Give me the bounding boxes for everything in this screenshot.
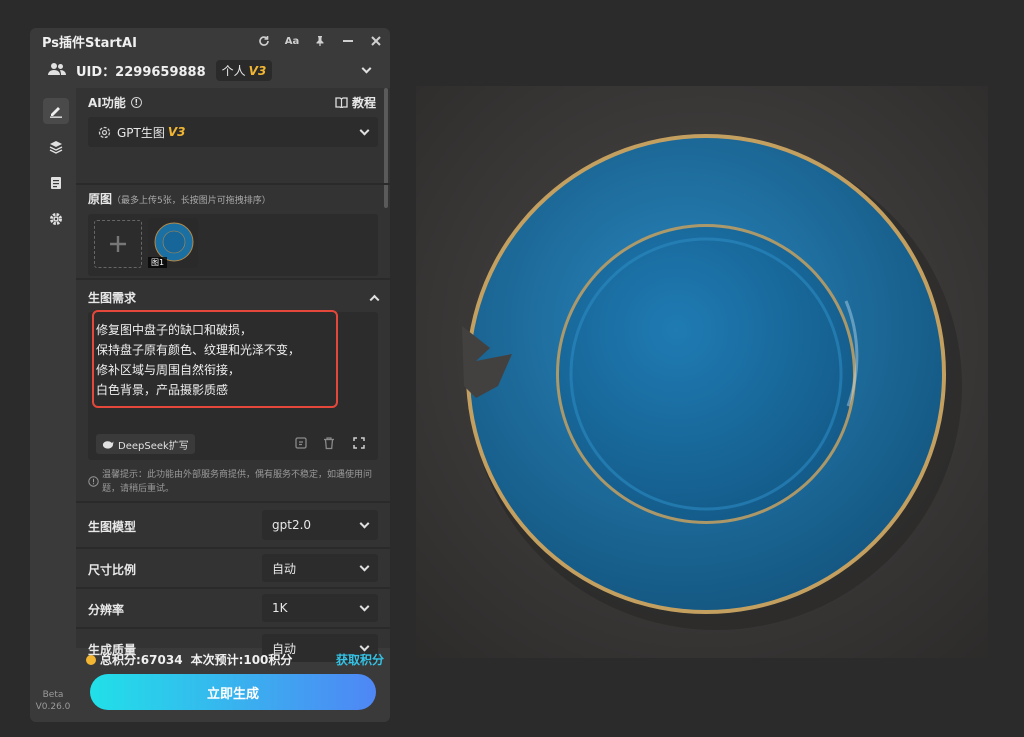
- ai-model-name: GPT生图: [117, 125, 165, 140]
- chevron-down-icon: [359, 561, 370, 572]
- ai-function-label: AI功能: [88, 96, 126, 110]
- setting-label-resolution: 分辨率: [88, 603, 125, 617]
- setting-label-quality: 生成质量: [88, 643, 137, 657]
- version-number: V0.26.0: [35, 702, 71, 712]
- chevron-down-icon: [359, 601, 370, 612]
- divider: [76, 587, 390, 589]
- resolution-select[interactable]: 1K: [262, 594, 378, 622]
- source-label: 原图: [88, 192, 113, 206]
- main-content: AI功能 ! 教程 GPT生图 V3 原图（最多上传5张，长按图片可拖拽排序）: [76, 88, 390, 662]
- notes-icon[interactable]: [43, 170, 69, 196]
- fullscreen-icon[interactable]: [352, 435, 368, 451]
- close-icon[interactable]: [362, 28, 390, 54]
- deepseek-expand-button[interactable]: DeepSeek扩写: [96, 434, 195, 454]
- layers-icon[interactable]: [43, 134, 69, 160]
- model-select[interactable]: gpt2.0: [262, 510, 378, 540]
- settings-gear-icon[interactable]: [43, 206, 69, 232]
- resolution-value: 1K: [272, 601, 288, 615]
- version-stage: Beta: [42, 690, 64, 700]
- setting-label-ratio: 尺寸比例: [88, 563, 137, 577]
- setting-label-model: 生图模型: [88, 520, 137, 534]
- edit-icon[interactable]: [43, 98, 69, 124]
- ratio-value: 自动: [272, 561, 297, 576]
- history-icon[interactable]: [294, 435, 310, 451]
- user-uid: UID：2299659888: [76, 64, 206, 80]
- plugin-panel: Ps插件StartAI Aa UID：2299659888 个人 V3 Beta…: [30, 28, 390, 722]
- add-image-button[interactable]: [94, 220, 142, 268]
- scrollbar[interactable]: [384, 88, 388, 208]
- upload-area[interactable]: 图1: [88, 214, 378, 276]
- app-title: Ps插件StartAI: [42, 35, 137, 51]
- chevron-down-icon: [359, 125, 370, 136]
- model-value: gpt2.0: [272, 518, 312, 532]
- left-toolbar: Beta V0.26.0: [30, 88, 76, 722]
- plan-label: 个人: [221, 63, 246, 78]
- plan-badge: 个人 V3: [215, 59, 273, 81]
- font-size-icon[interactable]: Aa: [278, 28, 306, 54]
- pin-icon[interactable]: [306, 28, 334, 54]
- deepseek-label: DeepSeek扩写: [118, 440, 189, 452]
- tutorial-link[interactable]: 教程: [335, 94, 376, 111]
- generate-button[interactable]: 立即生成: [90, 674, 376, 710]
- divider: [76, 501, 390, 503]
- ai-model-select[interactable]: GPT生图 V3: [88, 117, 378, 147]
- user-dropdown-chevron-icon[interactable]: [361, 63, 372, 74]
- divider: [76, 627, 390, 629]
- divider: [76, 183, 390, 185]
- deepseek-whale-icon: [102, 440, 114, 449]
- source-hint: （最多上传5张，长按图片可拖拽排序）: [112, 196, 271, 206]
- footer: 总积分:67034 本次预计:100积分 获取积分 立即生成: [76, 648, 390, 722]
- highlight-annotation: [92, 310, 338, 408]
- minimize-icon[interactable]: [334, 28, 362, 54]
- prompt-textarea[interactable]: 修复图中盘子的缺口和破损， 保持盘子原有颜色、纹理和光泽不变， 修补区域与周围自…: [88, 310, 378, 460]
- collapse-chevron-icon[interactable]: [369, 294, 380, 305]
- user-bar[interactable]: UID：2299659888 个人 V3: [30, 54, 390, 86]
- users-icon: [48, 61, 66, 80]
- source-header: 原图（最多上传5张，长按图片可拖拽排序）: [88, 190, 271, 207]
- title-bar: Ps插件StartAI Aa: [30, 28, 390, 54]
- warning-info-icon: [88, 472, 99, 491]
- estimated-cost: 本次预计:100积分: [190, 653, 293, 667]
- plan-tier: V3: [248, 63, 267, 78]
- divider: [76, 547, 390, 549]
- chevron-down-icon: [359, 518, 370, 529]
- gpt-logo-icon: [98, 126, 111, 139]
- thumbnail-label: 图1: [148, 257, 168, 268]
- service-tip: 温馨提示：此功能由外部服务商提供，偶有服务不稳定，如遇使用问题，请稍后重试。: [102, 470, 373, 494]
- get-points-link[interactable]: 获取积分: [336, 651, 384, 668]
- ai-function-header: AI功能 !: [88, 94, 142, 111]
- trash-icon[interactable]: [322, 435, 338, 451]
- ratio-select[interactable]: 自动: [262, 554, 378, 582]
- info-icon[interactable]: !: [130, 97, 142, 108]
- preview-image: [416, 86, 988, 658]
- tutorial-label: 教程: [351, 96, 376, 110]
- ai-model-tier: V3: [167, 125, 186, 139]
- book-icon: [335, 97, 348, 108]
- refresh-icon[interactable]: [250, 28, 278, 54]
- divider: [76, 278, 390, 280]
- prompt-header: 生图需求: [88, 291, 137, 305]
